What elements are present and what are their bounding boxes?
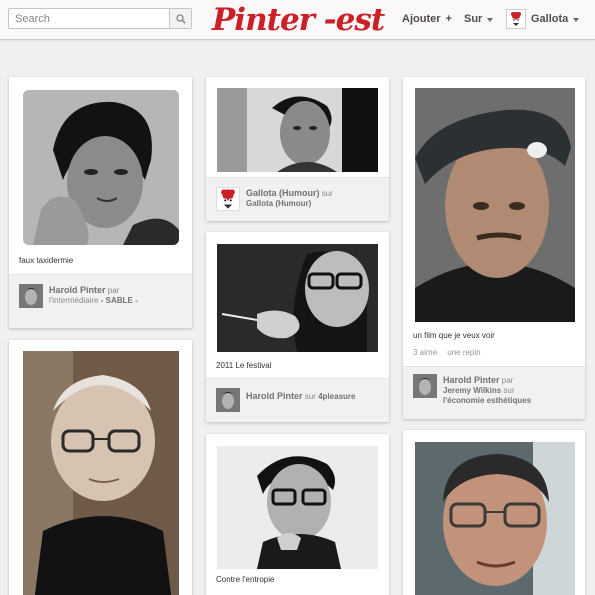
credit-by: sur [304,392,316,401]
pin-image[interactable] [217,446,378,569]
nav-about[interactable]: Sur [464,0,494,38]
pin-credits: Gallota (Humour) sur Gallota (Humour) [206,177,389,221]
search-icon [175,13,186,24]
gallota-bird-icon [221,189,235,209]
pin-description: 2011 Le festival [216,361,272,370]
credit-by: par [107,286,120,295]
pin-card[interactable]: Gallota (Humour) sur Gallota (Humour) [206,77,389,221]
pinner-avatar[interactable] [216,388,240,412]
credit-by: par [501,376,514,385]
nav-add-label: Ajouter [402,13,441,25]
site-logo[interactable]: Pinter -est [212,4,385,36]
nav-about-label: Sur [464,13,483,25]
pin-credit-text: Harold Pinter par Jeremy Wilkins sur l'é… [443,375,531,406]
pin-image[interactable] [217,244,378,352]
portrait-photo [217,244,378,352]
pinner-name[interactable]: Harold Pinter [49,285,106,295]
pin-credit-text: Harold Pinter par l'intermédiaire - SABL… [49,285,138,306]
pin-card[interactable]: 2011 Le festival Harold Pinter sur 4plea… [206,232,389,422]
chevron-down-icon [573,17,580,22]
pin-credits: Harold Pinter par l'intermédiaire - SABL… [9,274,192,328]
portrait-photo [23,90,179,245]
portrait-photo [217,446,378,569]
pin-card[interactable]: Contre l'entropie [206,434,389,595]
credit-via: l'intermédiaire [49,296,99,305]
board-name[interactable]: l'économie esthétiques [443,396,531,405]
board-name[interactable]: Gallota (Humour) [246,199,311,208]
nav-user-name: Gallota [531,13,569,25]
pin-card[interactable]: un film que je veux voir 3 aime une repi… [403,77,585,419]
pin-credits: Harold Pinter par Jeremy Wilkins sur l'é… [403,366,585,419]
via-user[interactable]: Jeremy Wilkins [443,386,501,395]
nav-add[interactable]: Ajouter + [402,0,452,38]
pin-card[interactable]: faux taxidermie Harold Pinter par l'inte… [9,77,192,328]
pin-image[interactable] [415,88,575,322]
pin-credits: Harold Pinter sur 4pleasure [206,378,389,422]
repin-count[interactable]: une repin [447,348,480,357]
pin-description: Contre l'entropie [216,575,275,584]
portrait-photo [23,351,179,595]
search-box [8,8,192,29]
pin-credit-text: Harold Pinter sur 4pleasure [246,391,355,402]
pinner-avatar[interactable] [216,187,240,211]
pinner-avatar[interactable] [19,284,43,308]
credit-via: sur [503,386,515,395]
pin-description: un film que je veux voir [413,331,495,340]
pinner-name[interactable]: Harold Pinter [246,391,303,401]
pin-card[interactable] [403,430,585,595]
pinner-avatar[interactable] [413,374,437,398]
portrait-photo [415,88,575,322]
pin-stats: 3 aime une repin [413,348,489,357]
portrait-photo [415,442,575,595]
pinner-name[interactable]: Harold Pinter [443,375,500,385]
board-name[interactable]: 4pleasure [318,392,355,401]
search-input[interactable] [9,9,169,28]
credit-by: sur [321,189,333,198]
pin-image[interactable] [217,88,378,172]
pin-credit-text: Gallota (Humour) sur Gallota (Humour) [246,188,333,209]
pinner-name[interactable]: Gallota (Humour) [246,188,320,198]
board-name[interactable]: - SABLE - [101,296,138,305]
avatar [506,9,526,29]
pin-image[interactable] [415,442,575,595]
pin-card[interactable] [9,340,192,595]
pin-image[interactable] [23,351,179,595]
pin-image[interactable] [23,90,179,245]
like-count[interactable]: 3 aime [413,348,437,357]
pin-description: faux taxidermie [19,256,74,265]
gallota-bird-icon [511,12,521,26]
portrait-photo [217,88,378,172]
chevron-down-icon [487,17,494,22]
nav-user-menu[interactable]: Gallota [506,0,580,38]
search-button[interactable] [169,9,191,28]
top-header: Pinter -est Ajouter + Sur Gallota [0,0,595,40]
plus-icon: + [445,13,452,25]
